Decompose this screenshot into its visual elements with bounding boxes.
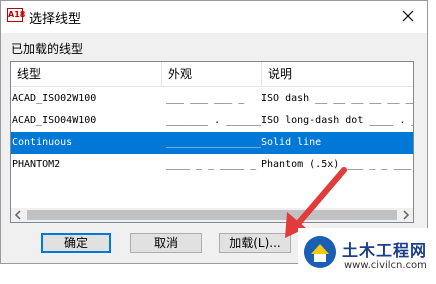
ok-button[interactable]: 确定 bbox=[41, 233, 111, 253]
column-header-appearance[interactable]: 外观 bbox=[162, 62, 262, 86]
table-row[interactable]: ACAD_ISO04W100 _______ . _______ ISO lon… bbox=[11, 110, 413, 132]
watermark-title: 土木工程网 bbox=[342, 241, 428, 260]
list-header: 线型 外观 说明 bbox=[11, 62, 413, 87]
autocad-app-icon: A18 bbox=[7, 8, 25, 22]
linetype-appearance: ________________ bbox=[166, 137, 261, 148]
linetype-name: PHANTOM2 bbox=[12, 159, 61, 170]
scroll-left-icon[interactable] bbox=[11, 208, 25, 222]
scrollbar-thumb[interactable] bbox=[27, 210, 397, 220]
horizontal-scrollbar[interactable] bbox=[11, 208, 413, 222]
linetype-description: Solid line bbox=[261, 137, 322, 148]
linetype-appearance: ____ _ _ ____ _ _ bbox=[166, 159, 261, 170]
column-header-description[interactable]: 说明 bbox=[262, 62, 412, 86]
linetype-name: Continuous bbox=[12, 137, 73, 148]
close-icon[interactable] bbox=[397, 5, 419, 27]
title-bar: A18 选择线型 bbox=[1, 1, 427, 33]
scroll-right-icon[interactable] bbox=[399, 208, 413, 222]
linetype-description: ISO long-dash dot ____ . ____ bbox=[261, 115, 413, 126]
linetype-name: ACAD_ISO02W100 bbox=[12, 93, 97, 104]
site-watermark: 土木工程网 www.civilcn.com bbox=[298, 228, 434, 282]
linetype-name: ACAD_ISO04W100 bbox=[12, 115, 97, 126]
table-row-selected[interactable]: Continuous ________________ Solid line bbox=[11, 132, 413, 154]
linetype-description: Phantom (.5x) ___ _ _ ___ bbox=[261, 159, 412, 170]
civilcn-logo-icon bbox=[304, 236, 336, 268]
linetype-appearance: _______ . _______ bbox=[166, 115, 261, 126]
cancel-button[interactable]: 取消 bbox=[130, 233, 202, 253]
dialog-title: 选择线型 bbox=[29, 12, 82, 27]
linetype-list[interactable]: 线型 外观 说明 ACAD_ISO02W100 ___ ___ ___ _ IS… bbox=[10, 61, 414, 223]
column-header-linetype[interactable]: 线型 bbox=[11, 62, 161, 86]
table-row[interactable]: PHANTOM2 ____ _ _ ____ _ _ Phantom (.5x)… bbox=[11, 154, 413, 176]
linetype-description: ISO dash __ __ __ __ __ __ bbox=[261, 93, 413, 104]
load-button[interactable]: 加载(L)... bbox=[219, 233, 291, 253]
watermark-url: www.civilcn.com bbox=[344, 260, 427, 271]
loaded-linetypes-label: 已加载的线型 bbox=[11, 42, 84, 56]
select-linetype-dialog: A18 选择线型 已加载的线型 线型 外观 说明 ACAD_ISO02W100 … bbox=[0, 0, 428, 264]
table-row[interactable]: ACAD_ISO02W100 ___ ___ ___ _ ISO dash __… bbox=[11, 88, 413, 110]
linetype-appearance: ___ ___ ___ _ bbox=[166, 93, 245, 104]
